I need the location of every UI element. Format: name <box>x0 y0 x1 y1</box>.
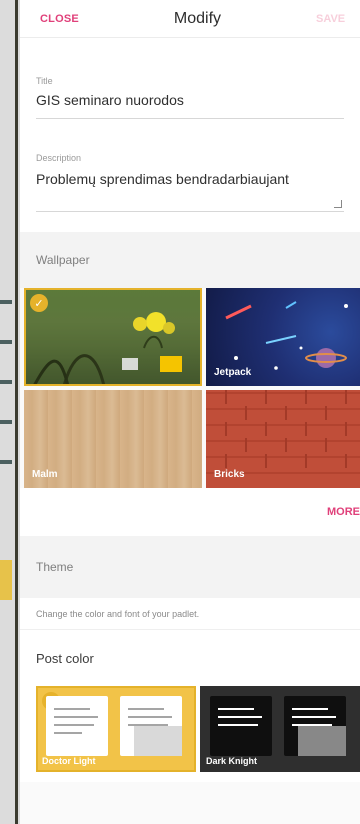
description-section: Description Problemų sprendimas bendrada… <box>20 131 360 232</box>
theme-description: Change the color and font of your padlet… <box>20 598 360 630</box>
theme-name: Doctor Light <box>42 756 96 766</box>
image-placeholder-icon <box>134 726 182 756</box>
light-preview-left <box>46 696 108 756</box>
dark-preview-right <box>284 696 346 756</box>
description-text: Problemų sprendimas bendradarbiaujant <box>36 171 289 187</box>
left-edge <box>0 0 20 824</box>
wallpaper-tile-bricks[interactable]: Bricks <box>206 390 360 488</box>
description-textarea[interactable]: Problemų sprendimas bendradarbiaujant <box>36 163 344 212</box>
post-color-label: Post color <box>20 630 360 686</box>
wallpaper-name: Bricks <box>214 469 245 480</box>
wallpaper-tile-flowers[interactable]: ✓ <box>24 288 202 386</box>
theme-heading: Theme <box>20 536 360 598</box>
close-button[interactable]: CLOSE <box>40 13 79 25</box>
title-label: Title <box>36 76 53 86</box>
theme-card-doctor-light[interactable]: ✓ Doctor Light <box>36 686 196 772</box>
resize-handle-icon[interactable] <box>334 200 342 208</box>
edge-marker <box>0 560 12 600</box>
title-section: Title GIS seminaro nuorodos <box>20 38 360 131</box>
wallpaper-grid: ✓ Jetpack Malm Bricks <box>20 288 360 488</box>
selected-check-icon: ✓ <box>30 294 48 312</box>
wallpaper-tile-jetpack[interactable]: Jetpack <box>206 288 360 386</box>
theme-cards: ✓ Doctor Light <box>20 686 360 782</box>
modify-panel: CLOSE Modify SAVE Title GIS seminaro nuo… <box>20 0 360 824</box>
image-placeholder-icon <box>298 726 346 756</box>
top-bar: CLOSE Modify SAVE <box>20 0 360 38</box>
theme-name: Dark Knight <box>206 756 258 766</box>
title-input[interactable]: GIS seminaro nuorodos <box>36 86 344 119</box>
dark-preview-left <box>210 696 272 756</box>
light-preview-right <box>120 696 182 756</box>
more-button[interactable]: MORE <box>20 488 360 536</box>
edge-marker <box>0 460 12 464</box>
edge-marker <box>0 420 12 424</box>
wallpaper-name: Malm <box>32 469 58 480</box>
wallpaper-name: Jetpack <box>214 367 252 378</box>
theme-card-dark-knight[interactable]: Dark Knight <box>200 686 360 772</box>
edge-marker <box>0 300 12 304</box>
edge-line <box>15 0 18 824</box>
flowers-photo <box>24 288 202 386</box>
edge-marker <box>0 340 12 344</box>
edge-marker <box>0 380 12 384</box>
page-title: Modify <box>173 9 222 27</box>
wallpaper-tile-malm[interactable]: Malm <box>24 390 202 488</box>
description-label: Description <box>36 153 82 163</box>
save-button[interactable]: SAVE <box>316 13 360 25</box>
wallpaper-heading: Wallpaper <box>20 232 360 288</box>
